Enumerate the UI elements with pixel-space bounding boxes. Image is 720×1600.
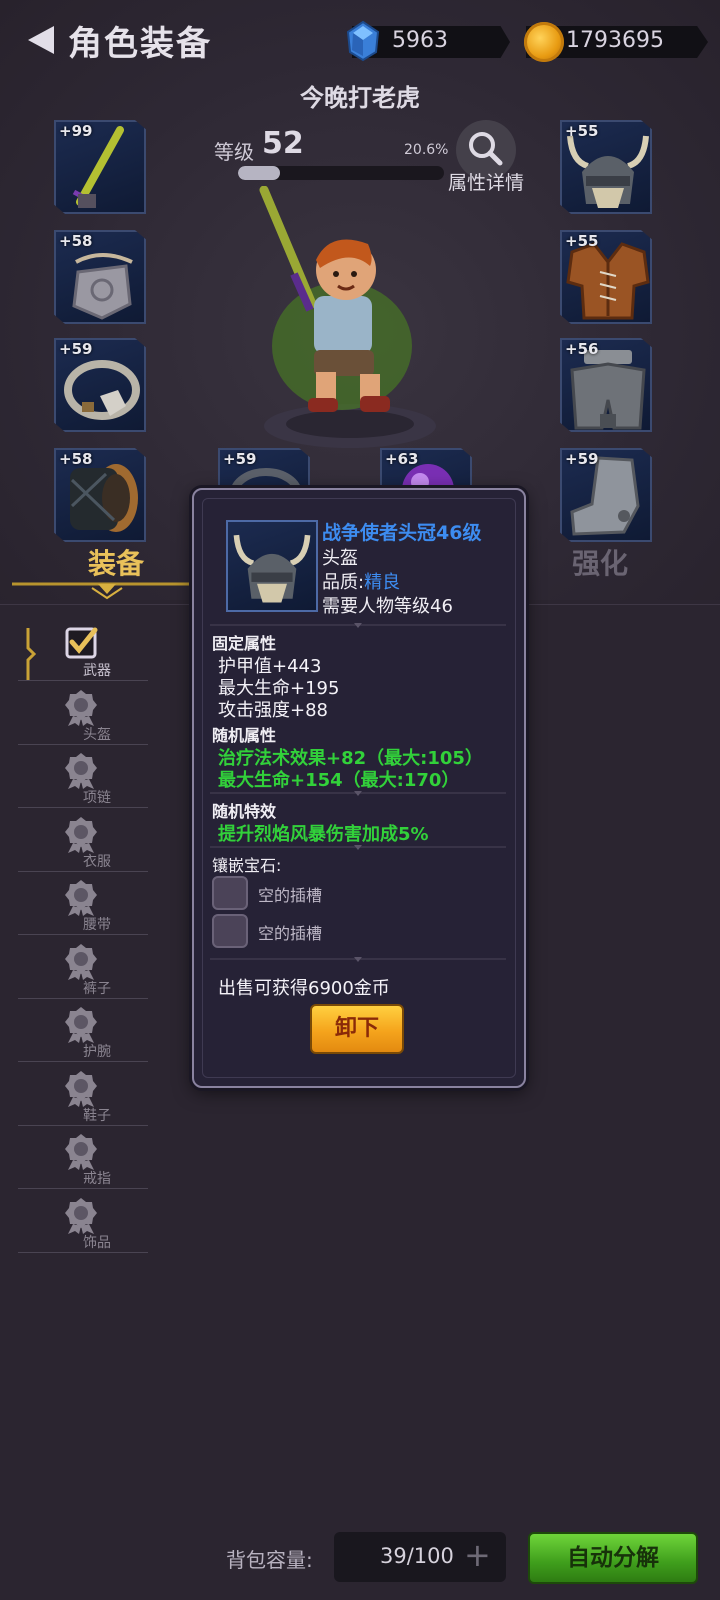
badge-icon — [65, 1070, 97, 1107]
badge-icon — [65, 689, 97, 726]
gem-socket[interactable] — [212, 914, 248, 948]
category-label: 护腕 — [83, 1044, 111, 1060]
category-item[interactable]: 腰带 — [18, 870, 148, 935]
slot-helmet[interactable]: +55 — [560, 120, 652, 214]
fixed-stat: 攻击强度+88 — [218, 700, 328, 721]
random-attr-title: 随机属性 — [212, 726, 277, 745]
plus-icon[interactable]: + — [464, 1539, 491, 1571]
badge-icon — [65, 753, 97, 789]
slot-level: +56 — [565, 340, 599, 358]
blue-gem-icon — [346, 20, 380, 62]
coin-count: 1793695 — [566, 28, 664, 53]
sell-price: 出售可获得6900金币 — [218, 978, 390, 999]
quality-label: 品质: — [322, 572, 365, 593]
gem-count: 5963 — [392, 28, 448, 53]
slot-level: +99 — [59, 122, 93, 140]
item-requirement: 需要人物等级46 — [322, 596, 453, 617]
slot-level: +55 — [565, 232, 599, 250]
level-label: 等级 — [214, 140, 254, 164]
bag-capacity-label: 背包容量: — [226, 1548, 313, 1572]
category-item[interactable]: 裤子 — [18, 934, 148, 999]
auto-decompose-button[interactable]: 自动分解 — [528, 1532, 698, 1584]
badge-icon — [65, 1134, 97, 1170]
random-effect: 提升烈焰风暴伤害加成5% — [218, 824, 429, 845]
category-label: 戒指 — [83, 1171, 111, 1187]
badge-icon — [65, 1197, 97, 1234]
unequip-button[interactable]: 卸下 — [310, 1004, 404, 1054]
section-divider — [210, 957, 506, 962]
section-divider — [210, 791, 506, 796]
slot-level: +58 — [59, 450, 93, 468]
exp-percent: 20.6% — [404, 142, 449, 158]
section-divider — [210, 845, 506, 850]
slot-armor[interactable]: +55 — [560, 230, 652, 324]
category-item[interactable]: 衣服 — [18, 807, 148, 872]
slot-level: +59 — [565, 450, 599, 468]
category-item[interactable]: 鞋子 — [18, 1061, 148, 1126]
slot-bracer[interactable]: +58 — [54, 448, 146, 542]
badge-icon — [65, 816, 97, 853]
section-divider — [210, 623, 506, 628]
category-item[interactable]: 饰品 — [18, 1188, 148, 1253]
bag-capacity-value: 39/100 — [380, 1544, 454, 1568]
hero-character — [259, 186, 436, 448]
category-label: 腰带 — [83, 917, 111, 933]
bag-capacity-box: 39/100 + — [334, 1532, 506, 1582]
item-quality: 品质:精良 — [322, 568, 400, 594]
badge-icon — [65, 943, 97, 980]
exp-bar — [238, 166, 444, 180]
badge-icon — [65, 1007, 97, 1043]
category-label: 项链 — [83, 790, 111, 806]
back-arrow-icon[interactable] — [24, 22, 58, 58]
page-title: 角色装备 — [68, 24, 212, 64]
category-item[interactable]: 护腕 — [18, 997, 148, 1062]
gem-socket[interactable] — [212, 876, 248, 910]
checkbox-checked-icon — [65, 627, 98, 659]
category-label: 衣服 — [83, 853, 111, 870]
category-label: 头盔 — [83, 726, 111, 743]
random-effect-title: 随机特效 — [212, 802, 277, 821]
item-type: 头盔 — [322, 548, 358, 569]
slot-ring[interactable]: +59 — [54, 338, 146, 432]
fixed-attr-title: 固定属性 — [212, 634, 277, 653]
slot-level: +59 — [59, 340, 93, 358]
tab-equip[interactable]: 装备 — [88, 542, 144, 582]
category-label: 武器 — [83, 663, 111, 679]
badge-icon — [65, 880, 97, 916]
category-item[interactable]: 项链 — [18, 743, 148, 808]
slot-boots[interactable]: +59 — [560, 448, 652, 542]
category-label: 饰品 — [83, 1234, 111, 1251]
exp-bar-fill — [238, 166, 281, 180]
attribute-detail-button[interactable]: 属性详情 — [448, 120, 538, 200]
item-detail-popup: 战争使者头冠46级 头盔 品质:精良 需要人物等级46 固定属性 护甲值+443… — [192, 488, 526, 1088]
slot-weapon[interactable]: +99 — [54, 120, 146, 214]
slot-pants[interactable]: +56 — [560, 338, 652, 432]
random-stat: 最大生命+154（最大:170） — [218, 770, 460, 791]
category-item[interactable]: 头盔 — [18, 680, 148, 745]
item-icon — [226, 520, 318, 612]
quality-value: 精良 — [364, 572, 401, 593]
slot-level: +58 — [59, 232, 93, 250]
gem-socket-label: 空的插槽 — [258, 924, 323, 943]
level-value: 52 — [262, 126, 304, 161]
slot-necklace[interactable]: +58 — [54, 230, 146, 324]
tab-enhance[interactable]: 强化 — [572, 542, 628, 582]
tab-active-indicator — [12, 582, 192, 600]
category-label: 裤子 — [83, 980, 111, 997]
player-name: 今晚打老虎 — [300, 84, 420, 112]
gem-socket-label: 空的插槽 — [258, 886, 323, 905]
horned-helmet-icon — [233, 534, 311, 603]
slot-level: +55 — [565, 122, 599, 140]
magnifier-icon — [469, 132, 503, 166]
item-name: 战争使者头冠46级 — [322, 522, 482, 544]
category-label: 鞋子 — [83, 1107, 111, 1124]
category-item[interactable]: 戒指 — [18, 1124, 148, 1189]
category-item[interactable]: 武器 — [18, 616, 148, 681]
gem-socket-title: 镶嵌宝石: — [212, 856, 282, 875]
gold-coin-icon — [524, 22, 564, 62]
